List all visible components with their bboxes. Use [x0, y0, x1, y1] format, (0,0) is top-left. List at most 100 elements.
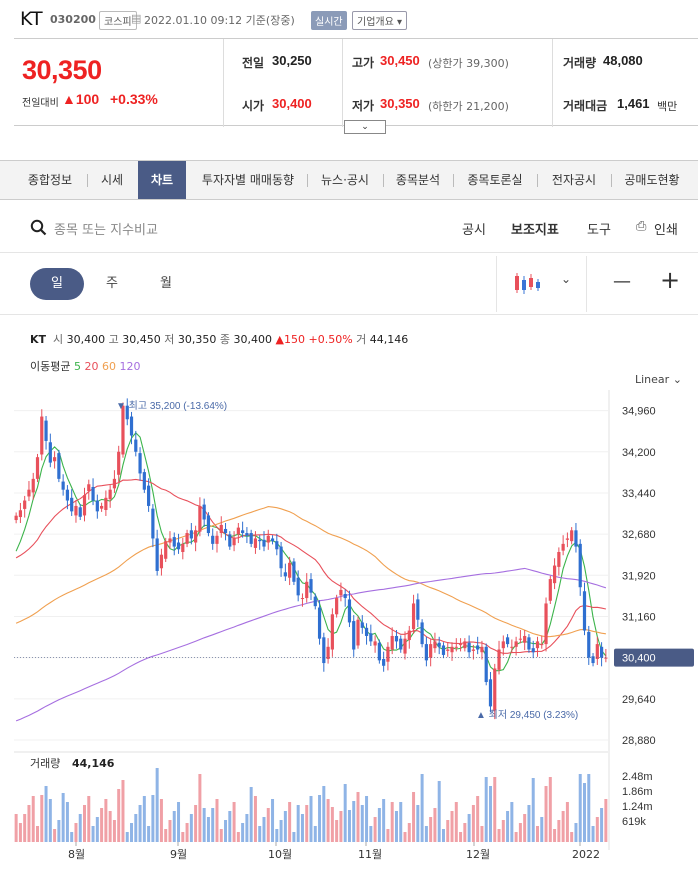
disclosure-button[interactable]: 공시 [462, 219, 486, 238]
volume-bar [330, 807, 334, 842]
candle [155, 538, 159, 571]
zoom-out-button[interactable]: — [613, 271, 631, 292]
volume-bar [561, 811, 565, 842]
volume-bar [531, 778, 535, 842]
x-tick-label: 2022 [572, 848, 600, 861]
open-label: 시가 [242, 99, 265, 113]
divider [496, 256, 497, 312]
volume-bar [578, 774, 582, 842]
candle [48, 442, 52, 463]
candle [65, 489, 70, 501]
volume-bar [407, 823, 411, 842]
tab-separator [611, 174, 612, 187]
candle [142, 472, 146, 490]
candle [31, 478, 35, 493]
volume-bar [382, 799, 386, 842]
y-tick-label: 34,200 [622, 447, 656, 459]
price-chart[interactable]: 34,960 34,200 33,440 32,680 31,920 31,160 30,4… [0, 390, 698, 870]
candle [326, 646, 330, 660]
candle [129, 416, 134, 436]
y-tick-label: 34,960 [622, 406, 656, 418]
candle [390, 635, 394, 650]
candle [514, 641, 518, 647]
candle [275, 541, 279, 550]
volume-bar [343, 784, 347, 842]
candle [437, 642, 441, 647]
candle [501, 641, 505, 649]
tab-9[interactable]: 공매도현황 [612, 161, 692, 199]
moving-average-legend: 이동평균 5 20 60 120 [30, 360, 141, 373]
candle [27, 489, 31, 497]
volume-bar [540, 817, 544, 842]
candle [540, 644, 544, 646]
company-overview-button[interactable]: 기업개요 ▾ [352, 11, 408, 30]
candle [373, 641, 377, 646]
tab-3[interactable]: 차트 [138, 161, 186, 199]
x-tick-label: 8월 [68, 848, 85, 861]
x-tick-label: 10월 [268, 848, 292, 861]
volume-bar [224, 820, 228, 842]
y-tick-label: 31,920 [622, 570, 656, 582]
candlestick-icon[interactable] [513, 270, 541, 296]
tab-6[interactable]: 종목분석 [384, 161, 452, 199]
candle [433, 641, 437, 649]
tab-1[interactable]: 종합정보 [14, 161, 86, 199]
current-price: 30,350 [22, 55, 102, 85]
volume-bar [429, 817, 433, 842]
volume-bar [228, 811, 232, 842]
candle [91, 486, 95, 501]
volume-bar [446, 820, 450, 842]
volume-bar [527, 805, 531, 842]
volume-bar [420, 774, 424, 842]
search-icon[interactable] [30, 219, 47, 236]
scale-selector[interactable]: Linear ⌄ [635, 373, 682, 386]
zoom-in-button[interactable]: + [660, 266, 680, 294]
tab-8[interactable]: 전자공시 [538, 161, 610, 199]
candle [369, 633, 373, 642]
candle [557, 551, 561, 567]
volume-bar [236, 832, 240, 842]
candle [219, 524, 223, 534]
tab-7[interactable]: 종목토론실 [454, 161, 536, 199]
period-week[interactable]: 주 [92, 268, 132, 300]
period-month[interactable]: 월 [146, 268, 186, 300]
candle [176, 542, 181, 550]
tools-button[interactable]: 도구 [587, 219, 611, 238]
candle [403, 638, 407, 654]
volume-bar [23, 814, 27, 842]
candle [104, 497, 108, 511]
volume-bar [198, 774, 202, 842]
amount-label: 거래대금 [563, 99, 608, 113]
candle [578, 543, 582, 588]
y-tick-label: 33,440 [622, 488, 656, 500]
candle [108, 489, 112, 500]
tab-2[interactable]: 시세 [88, 161, 136, 199]
volume-bar [488, 786, 492, 842]
candle [330, 614, 334, 650]
volume-bar [424, 826, 428, 842]
tab-4[interactable]: 투자자별 매매동향 [190, 161, 306, 199]
tab-5[interactable]: 뉴스·공시 [308, 161, 382, 199]
volume-bar [172, 811, 176, 842]
amount-unit: 백만 [657, 100, 678, 113]
volume-bar [339, 811, 343, 842]
volume-bar [523, 814, 527, 842]
period-day[interactable]: 일 [30, 268, 84, 300]
candle [134, 439, 138, 452]
candle [279, 546, 283, 569]
ohlc-summary: KT 시 30,400 고 30,450 저 30,350 종 30,400 ▲… [30, 333, 409, 346]
candle [441, 645, 446, 655]
search-input[interactable]: 종목 또는 지수비교 [54, 219, 158, 238]
change-percent: +0.33% [110, 91, 158, 107]
volume-bar [587, 774, 591, 842]
candle [364, 627, 369, 636]
expand-button[interactable]: ⌄ [344, 120, 386, 134]
print-button[interactable]: 인쇄 [654, 219, 678, 238]
indicators-button[interactable]: 보조지표 [511, 219, 559, 238]
candle [211, 535, 215, 544]
candle [283, 572, 287, 577]
candle [44, 420, 48, 441]
tab-separator [537, 174, 538, 187]
chevron-down-icon[interactable]: ⌄ [561, 272, 571, 286]
volume-bar [65, 802, 69, 842]
